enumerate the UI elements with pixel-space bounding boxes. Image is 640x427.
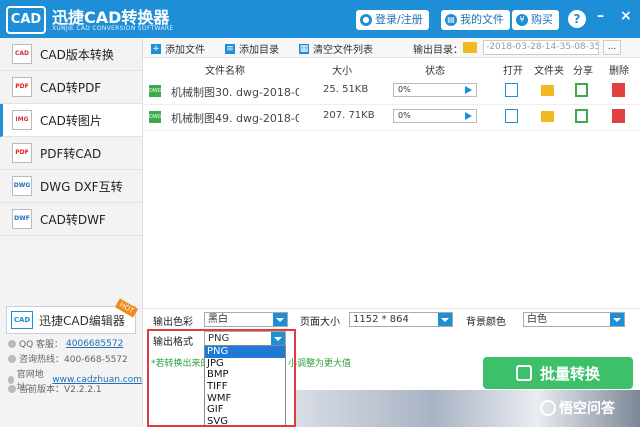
sidebar-item-pdf-to-cad[interactable]: PDF PDF转CAD xyxy=(0,137,142,170)
user-icon: ● xyxy=(360,14,372,26)
sidebar-item-cad-to-pdf[interactable]: PDF CAD转PDF xyxy=(0,71,142,104)
delete-icon[interactable] xyxy=(612,109,625,123)
header-size: 大小 xyxy=(332,66,352,77)
play-icon xyxy=(515,365,532,381)
plus-icon: + xyxy=(151,43,161,54)
login-button[interactable]: ● 登录/注册 xyxy=(356,10,429,30)
file-name: 机械制图30. dwg-2018-05-0 xyxy=(171,86,299,99)
add-file-button[interactable]: + 添加文件 xyxy=(151,41,205,56)
page-size-label: 页面大小 xyxy=(300,317,340,328)
header-open: 打开 xyxy=(503,66,523,77)
header-folder: 文件夹 xyxy=(534,66,564,77)
sidebar-item-dwg-dxf[interactable]: DWG DWG DXF互转 xyxy=(0,170,142,203)
chevron-down-icon xyxy=(438,313,452,326)
sidebar-item-cad-version[interactable]: CAD CAD版本转换 xyxy=(0,38,142,71)
delete-icon[interactable] xyxy=(612,83,625,97)
sidebar: CAD CAD版本转换 PDF CAD转PDF IMG CAD转图片 PDF P… xyxy=(0,38,143,427)
hotline: 咨询热线：400-668-5572 xyxy=(8,352,128,365)
progress-bar: 0% xyxy=(393,83,477,97)
table-row[interactable]: DWG 机械制图49. dwg-2018-03-0 207. 71KB 0% xyxy=(143,103,640,131)
qq-support: QQ 客服： 4006685572 xyxy=(8,337,123,350)
browse-button[interactable]: ... xyxy=(603,40,621,55)
minimize-icon[interactable]: – xyxy=(597,8,604,24)
clear-list-button[interactable]: ▦ 清空文件列表 xyxy=(299,41,373,56)
header-delete: 删除 xyxy=(609,66,629,77)
close-icon[interactable]: × xyxy=(620,8,632,24)
notice-text-right: 小调整为更大值 xyxy=(288,359,352,369)
cad-version-icon: CAD xyxy=(12,44,32,64)
play-icon[interactable] xyxy=(465,86,472,94)
qq-icon xyxy=(8,339,16,348)
chevron-down-icon xyxy=(273,313,287,326)
batch-convert-button[interactable]: 批量转换 xyxy=(483,357,633,389)
open-folder-icon[interactable] xyxy=(541,111,554,122)
file-icon: ▤ xyxy=(445,14,457,26)
cart-icon: ¥ xyxy=(516,14,528,26)
open-file-icon[interactable] xyxy=(505,83,518,97)
dwg-file-icon: DWG xyxy=(149,85,162,97)
version-info: 当前版本：V2.2.2.1 xyxy=(8,382,102,395)
dwg-dxf-icon: DWG xyxy=(12,176,32,196)
share-icon[interactable] xyxy=(575,83,588,97)
open-file-icon[interactable] xyxy=(505,109,518,123)
sidebar-item-cad-to-dwf[interactable]: DWF CAD转DWF xyxy=(0,203,142,236)
header-filename: 文件名称 xyxy=(205,66,245,77)
output-dir-input[interactable]: -2018-03-28-14-35-08-358 xyxy=(483,40,599,55)
bg-color-label: 背景颜色 xyxy=(466,317,506,328)
editor-promo-button[interactable]: CAD 迅捷CAD编辑器 HOT xyxy=(6,298,139,334)
folder-icon[interactable] xyxy=(463,42,477,53)
file-size: 25. 51KB xyxy=(323,84,369,95)
table-row[interactable]: DWG 机械制图30. dwg-2018-05-0 25. 51KB 0% xyxy=(143,77,640,105)
progress-bar: 0% xyxy=(393,109,477,123)
file-name: 机械制图49. dwg-2018-03-0 xyxy=(171,112,299,125)
play-icon[interactable] xyxy=(465,112,472,120)
add-directory-button[interactable]: ≡ 添加目录 xyxy=(225,41,279,56)
toolbar: + 添加文件 ≡ 添加目录 ▦ 清空文件列表 输出目录： -2018-03-28… xyxy=(143,38,640,58)
dwf-icon: DWF xyxy=(12,209,32,229)
output-dir-label: 输出目录： xyxy=(413,45,463,56)
highlight-box xyxy=(147,329,296,427)
qq-link[interactable]: 4006685572 xyxy=(66,339,123,349)
app-logo: CAD xyxy=(6,6,46,34)
clear-icon: ▦ xyxy=(299,43,309,54)
open-folder-icon[interactable] xyxy=(541,85,554,96)
header-status: 状态 xyxy=(425,66,445,77)
cad-editor-icon: CAD xyxy=(11,311,33,329)
help-icon[interactable]: ? xyxy=(568,10,586,28)
pdf-to-cad-icon: PDF xyxy=(12,143,32,163)
image-icon: IMG xyxy=(12,110,32,130)
file-size: 207. 71KB xyxy=(323,110,375,121)
info-icon xyxy=(8,384,16,393)
wukong-logo-icon xyxy=(540,400,556,416)
share-icon[interactable] xyxy=(575,109,588,123)
bg-color-select[interactable]: 白色 xyxy=(523,312,625,327)
phone-icon xyxy=(8,354,16,363)
my-files-button[interactable]: ▤ 我的文件 xyxy=(441,10,510,30)
dwg-file-icon: DWG xyxy=(149,111,162,123)
sidebar-item-cad-to-image[interactable]: IMG CAD转图片 xyxy=(0,104,142,137)
color-label: 输出色彩 xyxy=(153,317,193,328)
app-subtitle: XUNJIE CAD CONVERSION SOFTWARE xyxy=(52,25,174,32)
chevron-down-icon xyxy=(610,313,624,326)
color-select[interactable]: 黑白 xyxy=(204,312,288,327)
buy-button[interactable]: ¥ 购买 xyxy=(512,10,559,30)
pdf-icon: PDF xyxy=(12,77,32,97)
list-icon: ≡ xyxy=(225,43,235,54)
watermark: 悟空问答 xyxy=(540,398,615,418)
title-bar: CAD 迅捷CAD转换器 XUNJIE CAD CONVERSION SOFTW… xyxy=(0,0,640,38)
header-share: 分享 xyxy=(573,66,593,77)
page-size-select[interactable]: 1152 * 864 xyxy=(349,312,453,327)
